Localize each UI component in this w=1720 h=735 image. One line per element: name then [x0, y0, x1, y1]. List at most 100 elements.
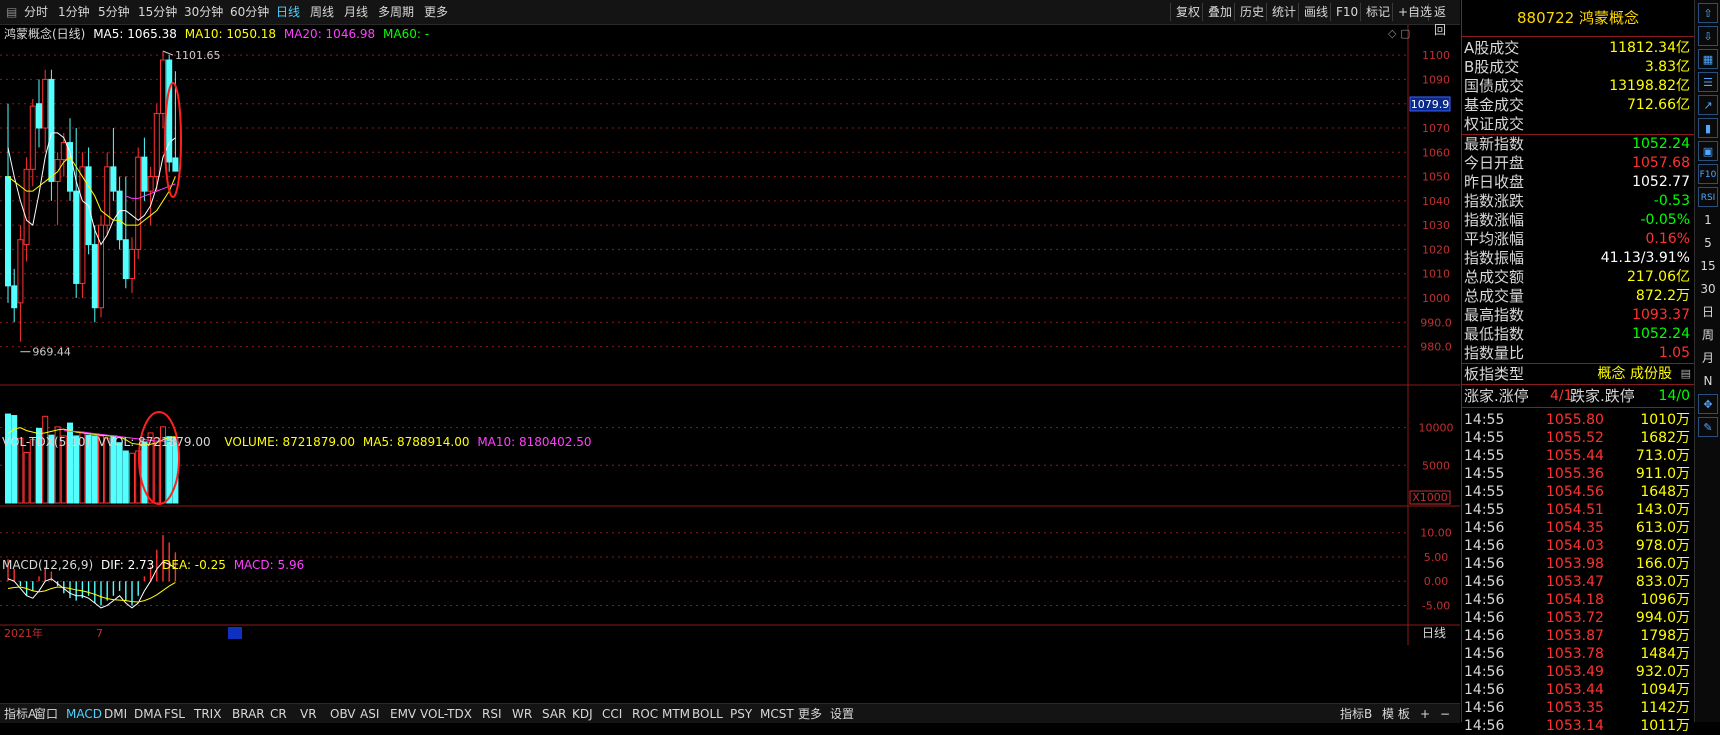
indicator-tab[interactable]: PSY	[730, 706, 752, 722]
up-arrow-icon[interactable]: ⇧	[1698, 3, 1718, 23]
tick-row: 14:56 1054.03 978.0万	[1462, 537, 1694, 555]
indicator-tab[interactable]: MCST	[760, 706, 794, 722]
side-button[interactable]: N	[1698, 371, 1718, 391]
period-tab[interactable]: 月线	[344, 4, 368, 20]
toolbar-button[interactable]: +自选	[1392, 3, 1437, 21]
toolbar-button[interactable]: 复权	[1170, 3, 1205, 21]
price-tick-label: 1100	[1422, 49, 1450, 62]
toolbar-button[interactable]: 历史	[1234, 3, 1269, 21]
tick-time: 14:56	[1464, 646, 1505, 662]
indicator-tab[interactable]: 窗口	[34, 706, 58, 722]
tick-time: 14:56	[1464, 610, 1505, 626]
volume-bar	[23, 451, 30, 504]
toolbar-button[interactable]: 画线	[1298, 3, 1333, 21]
indicator-tab[interactable]: VR	[300, 706, 317, 722]
tick-volume: 1094万	[1640, 682, 1690, 698]
period-tab[interactable]: 1分钟	[58, 4, 90, 20]
list-icon[interactable]: ▤	[1681, 364, 1691, 384]
kline-chart-area[interactable]: 1100109010801070106010501040103010201010…	[0, 25, 1460, 700]
toolbar-button[interactable]: 标记	[1360, 3, 1395, 21]
indicator-tab[interactable]: KDJ	[572, 706, 593, 722]
period-tab[interactable]: 分时	[24, 4, 48, 20]
kline-chart-svg[interactable]: 1100109010801070106010501040103010201010…	[0, 25, 1460, 700]
tick-price: 1054.51	[1546, 502, 1604, 518]
trend-icon[interactable]: ↗	[1698, 95, 1718, 115]
menu-icon[interactable]: ▤	[6, 4, 17, 20]
period-tab[interactable]: 15分钟	[138, 4, 177, 20]
indicator-tab[interactable]: OBV	[330, 706, 356, 722]
tick-volume: 143.0万	[1635, 502, 1690, 518]
down-arrow-icon[interactable]: ⇩	[1698, 26, 1718, 46]
quote-row: 平均涨幅 0.16%	[1462, 230, 1694, 249]
tick-volume: 1142万	[1640, 700, 1690, 716]
side-button[interactable]: 月	[1698, 348, 1718, 368]
indicator-tab[interactable]: TRIX	[194, 706, 221, 722]
quote-label: 指数振幅	[1464, 249, 1525, 267]
bottom-right-button[interactable]: 指标B	[1340, 706, 1372, 722]
toolbar-button[interactable]: 统计	[1266, 3, 1301, 21]
indicator-tab[interactable]: ASI	[360, 706, 379, 722]
move-icon[interactable]: ✥	[1698, 394, 1718, 414]
indicator-tab[interactable]: VOL-TDX	[420, 706, 472, 722]
indicator-tab[interactable]: BOLL	[692, 706, 723, 722]
indicator-tab[interactable]: WR	[512, 706, 532, 722]
indicator-tab[interactable]: DMI	[104, 706, 127, 722]
indicator-tab[interactable]: 指标A	[4, 706, 36, 722]
indicator-tab[interactable]: MACD	[66, 706, 102, 722]
rise-count-label: 涨家.涨停	[1464, 387, 1529, 405]
indicator-tab[interactable]: CCI	[602, 706, 622, 722]
stat-label: A股成交	[1464, 39, 1520, 57]
indicator-tab[interactable]: FSL	[164, 706, 185, 722]
bottom-right-button[interactable]: 模 板	[1382, 706, 1410, 722]
pen-icon[interactable]: ✎	[1698, 417, 1718, 437]
bottom-right-button[interactable]: +	[1420, 706, 1430, 722]
side-button[interactable]: F10	[1698, 164, 1718, 184]
vol-tick-label: 10000	[1419, 422, 1454, 435]
tick-row: 14:56 1053.35 1142万	[1462, 699, 1694, 717]
tick-time: 14:56	[1464, 592, 1505, 608]
side-button[interactable]: 30	[1698, 279, 1718, 299]
indicator-tab[interactable]: EMV	[390, 706, 416, 722]
grid-icon[interactable]: ▣	[1698, 141, 1718, 161]
indicator-tab[interactable]: RSI	[482, 706, 502, 722]
toolbar-button[interactable]: 叠加	[1202, 3, 1237, 21]
tick-volume: 1011万	[1640, 718, 1690, 734]
tick-list[interactable]: 14:55 1055.80 1010万 14:55 1055.52 1682万 14:55 1…	[1462, 407, 1694, 735]
period-tab[interactable]: 5分钟	[98, 4, 130, 20]
stat-label: 基金成交	[1464, 96, 1525, 114]
side-button[interactable]: 日	[1698, 302, 1718, 322]
indicator-tab[interactable]: BRAR	[232, 706, 265, 722]
indicator-tab[interactable]: SAR	[542, 706, 566, 722]
macd-value-legend: MACD: 5.96	[233, 558, 305, 572]
tick-row: 14:56 1053.47 833.0万	[1462, 573, 1694, 591]
date-label-year: 2021年	[4, 626, 43, 640]
period-tab[interactable]: 日线	[276, 4, 300, 20]
indicator-tab[interactable]: DMA	[134, 706, 162, 722]
side-button[interactable]: 1	[1698, 210, 1718, 230]
period-tab[interactable]: 30分钟	[184, 4, 223, 20]
quote-row: 总成交量 872.2万	[1462, 287, 1694, 306]
indicator-tab[interactable]: ROC	[632, 706, 658, 722]
period-tab[interactable]: 多周期	[378, 4, 414, 20]
tick-volume: 1096万	[1640, 592, 1690, 608]
bottom-right-button[interactable]: −	[1440, 706, 1450, 722]
period-tab[interactable]: 更多	[424, 4, 448, 20]
indicator-tab[interactable]: 设置	[830, 706, 854, 722]
list-icon[interactable]: ☰	[1698, 72, 1718, 92]
side-button[interactable]: RSI	[1698, 187, 1718, 207]
side-button[interactable]: 15	[1698, 256, 1718, 276]
chart-icon[interactable]: ▦	[1698, 49, 1718, 69]
tick-time: 14:55	[1464, 412, 1505, 428]
indicator-tab[interactable]: MTM	[662, 706, 690, 722]
indicator-tab[interactable]: CR	[270, 706, 287, 722]
indicator-tab[interactable]: 更多	[798, 706, 822, 722]
board-type-value[interactable]: 概念 成份股	[1598, 364, 1672, 384]
candle-body	[116, 190, 123, 241]
period-tab[interactable]: 周线	[310, 4, 334, 20]
side-button[interactable]: 5	[1698, 233, 1718, 253]
stat-row: 国债成交 13198.82亿	[1462, 77, 1694, 96]
scroll-icon[interactable]: ▮	[1698, 118, 1718, 138]
toolbar-button[interactable]: F10	[1330, 3, 1363, 21]
side-button[interactable]: 周	[1698, 325, 1718, 345]
period-tab[interactable]: 60分钟	[230, 4, 269, 20]
